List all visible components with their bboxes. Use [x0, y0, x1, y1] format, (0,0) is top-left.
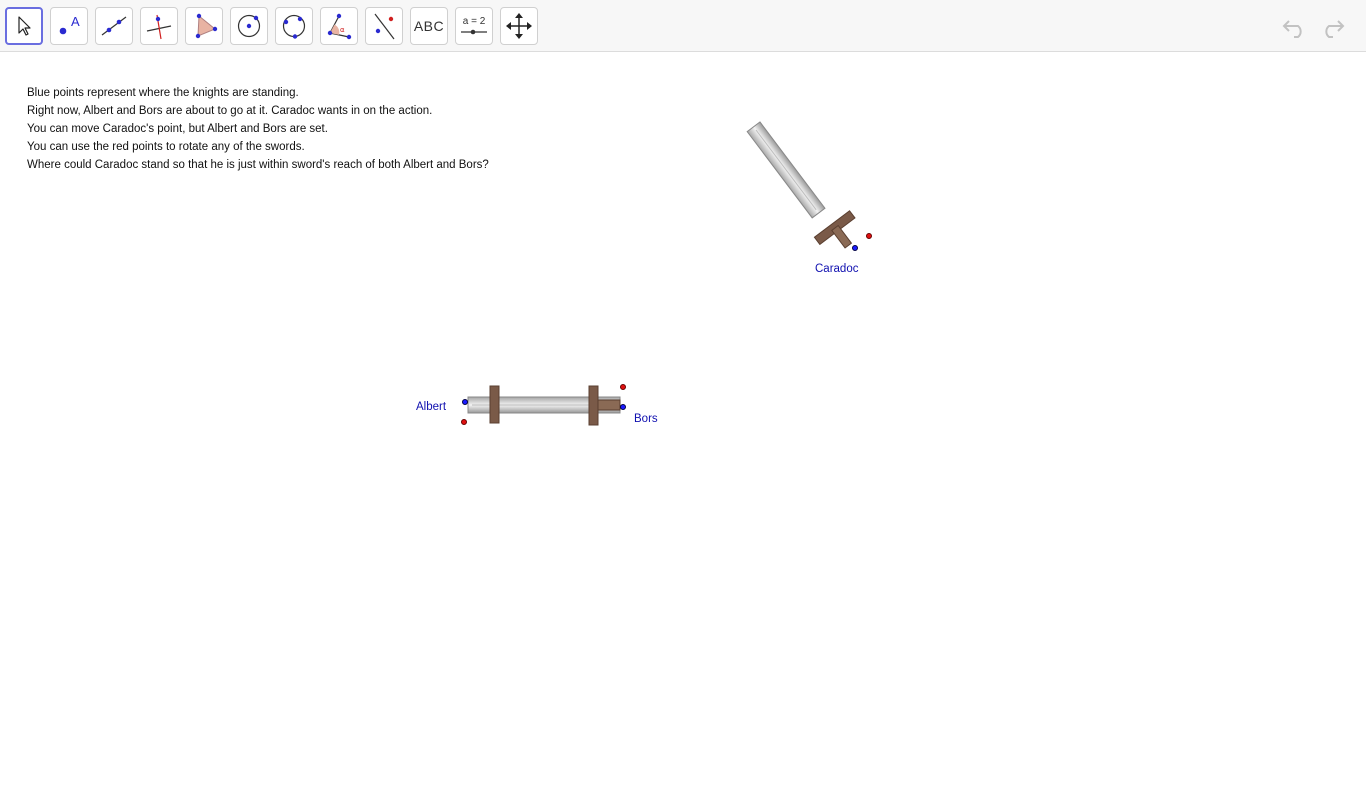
polygon-tool-button[interactable]	[185, 7, 223, 45]
text-tool-button[interactable]: ABC	[410, 7, 448, 45]
caradoc-knight-point[interactable]	[852, 245, 858, 251]
instruction-line: Right now, Albert and Bors are about to …	[27, 105, 433, 117]
albert-bors-sword	[467, 385, 621, 426]
point-tool-button[interactable]: A	[50, 7, 88, 45]
instruction-line: Blue points represent where the knights …	[27, 87, 299, 99]
slider-tool-button[interactable]: a = 2	[455, 7, 493, 45]
angle-icon: α	[327, 13, 352, 40]
circle-points-icon	[282, 14, 306, 39]
move-tool-button[interactable]	[5, 7, 43, 45]
undo-button[interactable]	[1280, 12, 1310, 42]
albert-knight-point[interactable]	[462, 399, 468, 405]
caradoc-label: Caradoc	[815, 263, 859, 275]
perpendicular-line-tool-button[interactable]	[140, 7, 178, 45]
bors-knight-point[interactable]	[620, 404, 626, 410]
redo-icon	[1325, 20, 1345, 38]
slider-icon: a = 2	[461, 16, 487, 35]
instruction-line: Where could Caradoc stand so that he is …	[27, 159, 489, 171]
line-icon	[101, 16, 127, 36]
triangle-icon	[195, 13, 218, 39]
circle-center-point-tool-button[interactable]	[230, 7, 268, 45]
bors-rotate-point[interactable]	[620, 384, 626, 390]
undo-icon	[1282, 20, 1302, 38]
move-arrows-icon	[506, 13, 532, 39]
cursor-arrow-icon	[18, 16, 31, 36]
angle-tool-button[interactable]: α	[320, 7, 358, 45]
circle-center-icon	[237, 14, 261, 38]
reflect-icon	[374, 13, 395, 40]
caradoc-sword	[746, 121, 856, 249]
svg-text:α: α	[340, 26, 345, 34]
move-graphics-view-tool-button[interactable]	[500, 7, 538, 45]
redo-button[interactable]	[1317, 12, 1347, 42]
instructions-text: Blue points represent where the knights …	[27, 84, 489, 174]
point-icon: A	[59, 14, 80, 35]
albert-rotate-point[interactable]	[461, 419, 467, 425]
instruction-line: You can use the red points to rotate any…	[27, 141, 305, 153]
point-tool-label: A	[71, 14, 80, 29]
bors-label: Bors	[634, 413, 658, 425]
instruction-line: You can move Caradoc's point, but Albert…	[27, 123, 328, 135]
slider-tool-label: a = 2	[463, 16, 486, 27]
albert-label: Albert	[416, 401, 447, 413]
toolbar: A α ABC a = 2	[0, 0, 1366, 52]
perpendicular-icon	[146, 14, 172, 40]
reflect-tool-button[interactable]	[365, 7, 403, 45]
circle-three-points-tool-button[interactable]	[275, 7, 313, 45]
text-icon: ABC	[413, 18, 445, 34]
line-tool-button[interactable]	[95, 7, 133, 45]
caradoc-rotate-point[interactable]	[866, 233, 872, 239]
